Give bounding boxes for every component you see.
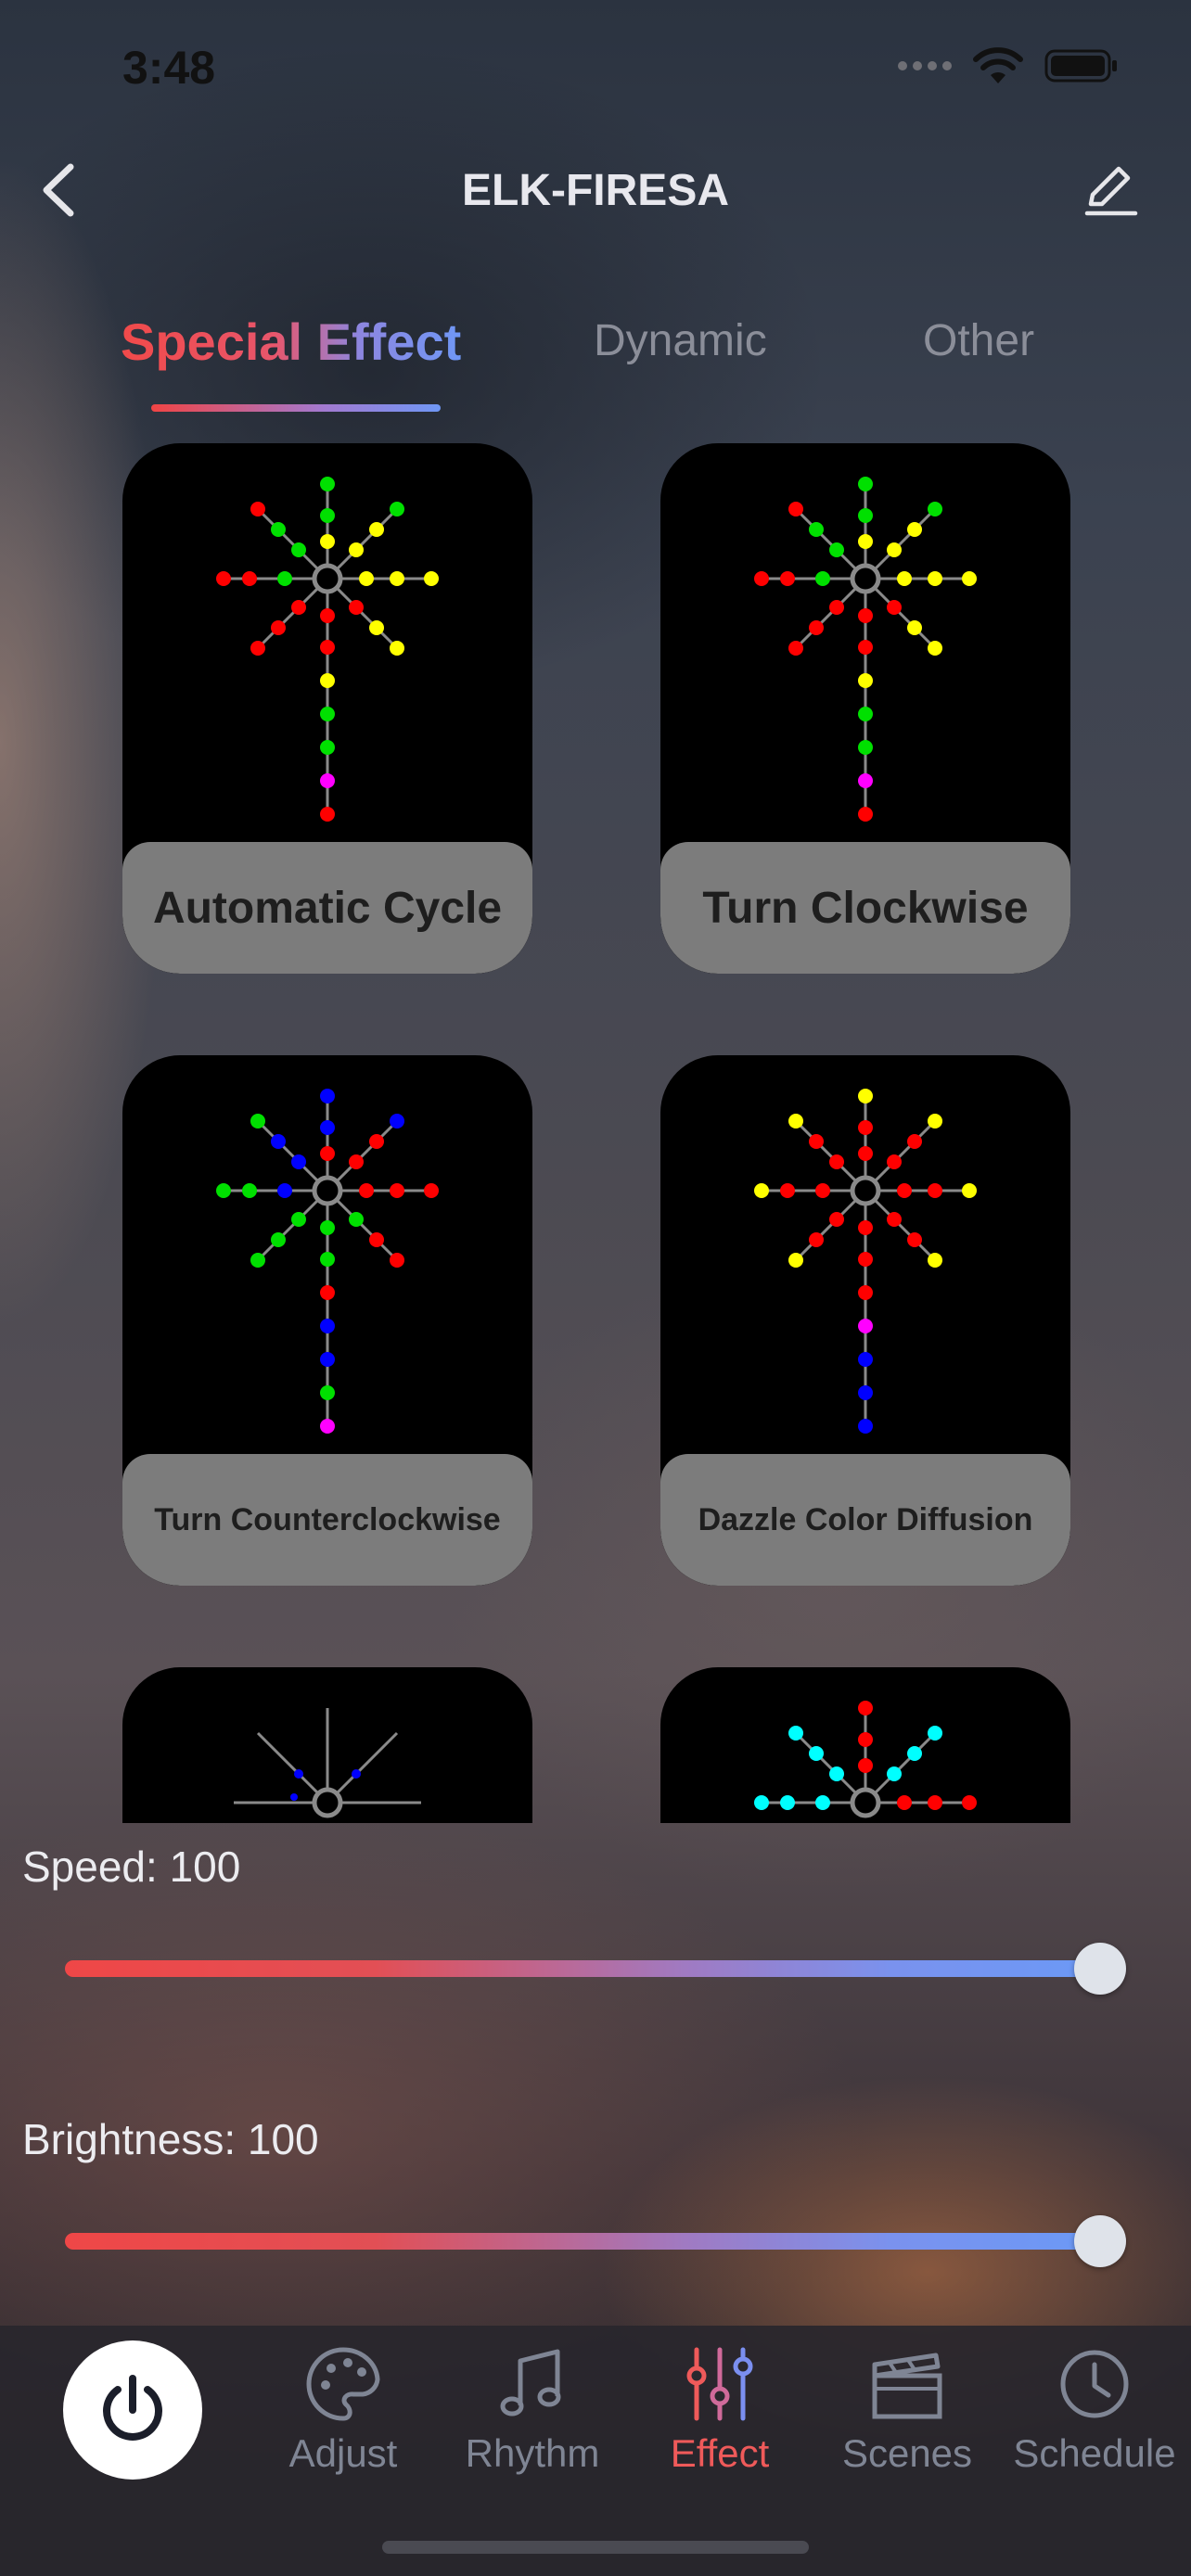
active-tab-indicator [151,404,441,412]
power-button[interactable] [63,2340,202,2480]
sliders-icon [686,2347,753,2421]
speed-slider[interactable] [65,1960,1098,1977]
brightness-slider[interactable] [65,2233,1098,2250]
firework-pattern-icon [216,1089,439,1434]
tab-dynamic[interactable]: Dynamic [594,315,767,366]
effect-card-turn-counterclockwise[interactable]: Turn Counterclockwise [122,1055,532,1586]
page-title: ELK-FIRESA [462,166,729,215]
clock-icon [1060,2350,1129,2418]
brightness-slider-thumb[interactable] [1074,2215,1126,2267]
effect-label: Turn Counterclockwise [122,1454,532,1586]
nav-rhythm[interactable]: Rhythm [440,2344,625,2476]
palette-icon [306,2347,380,2421]
nav-adjust[interactable]: Adjust [250,2344,436,2476]
pencil-icon [1084,166,1138,216]
firework-pattern-icon [754,1701,977,1818]
firework-pattern-icon [754,477,977,822]
firework-pattern-icon [216,477,439,822]
status-time: 3:48 [122,42,216,94]
edit-button[interactable] [1080,159,1141,221]
cellular-signal-icon [898,61,952,70]
effect-card-automatic-cycle[interactable]: Automatic Cycle [122,443,532,974]
battery-icon [1044,49,1117,83]
effect-card-partial-left[interactable] [122,1667,532,1823]
home-indicator [382,2541,809,2554]
nav-label: Effect [670,2431,770,2475]
effect-label: Automatic Cycle [122,842,532,974]
effect-card-partial-right[interactable] [660,1667,1070,1823]
tab-special-effect[interactable]: Special Effect [121,312,461,372]
firework-pattern-icon [754,1089,977,1434]
speed-slider-thumb[interactable] [1074,1943,1126,1995]
power-icon [103,2375,162,2441]
clapperboard-icon [872,2353,942,2419]
firework-pattern-icon [234,1708,421,1818]
speed-label: Speed: 100 [22,1843,241,1891]
nav-scenes[interactable]: Scenes [814,2344,1000,2476]
nav-label: Scenes [841,2431,973,2475]
nav-effect[interactable]: Effect [627,2344,813,2476]
effects-grid: Automatic Cycle Turn Clockwise Turn Coun… [0,441,1191,1823]
nav-label: Rhythm [465,2431,600,2475]
wifi-icon [973,47,1023,83]
nav-label: Adjust [288,2431,398,2475]
nav-schedule[interactable]: Schedule [1002,2344,1187,2476]
effect-card-turn-clockwise[interactable]: Turn Clockwise [660,443,1070,974]
brightness-label: Brightness: 100 [22,2115,319,2163]
effect-label: Turn Clockwise [660,842,1070,974]
tab-other[interactable]: Other [923,315,1034,366]
effect-label: Dazzle Color Diffusion [660,1454,1070,1586]
music-note-icon [500,2349,561,2417]
status-icons [898,46,1119,85]
effect-card-dazzle-color-diffusion[interactable]: Dazzle Color Diffusion [660,1055,1070,1586]
nav-label: Schedule [1013,2431,1176,2475]
